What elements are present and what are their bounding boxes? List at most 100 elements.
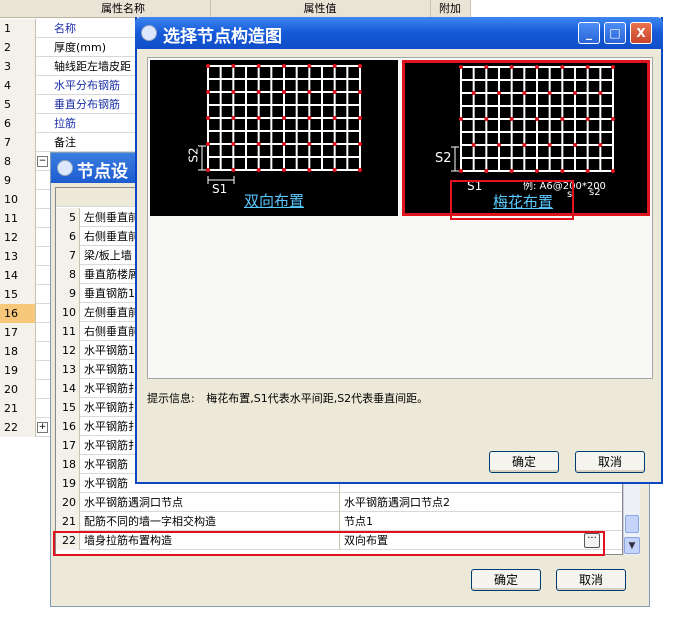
- hint-text: 梅花布置,S1代表水平间距,S2代表垂直间距。: [206, 392, 429, 405]
- row-number: 19: [0, 361, 36, 380]
- row-value[interactable]: 节点1: [342, 512, 604, 531]
- app-icon: [57, 160, 73, 176]
- tie-dot: [459, 169, 463, 173]
- tie-dot: [231, 116, 236, 120]
- tie-dot: [585, 117, 590, 121]
- row-name: 名称: [54, 22, 76, 35]
- tie-dot: [484, 169, 489, 173]
- row-number: 18: [56, 455, 80, 474]
- row-name: 水平钢筋遇洞口节点: [82, 493, 340, 512]
- minimize-icon[interactable]: _: [578, 22, 600, 44]
- node-table-row[interactable]: 20 水平钢筋遇洞口节点 水平钢筋遇洞口节点2: [56, 493, 622, 512]
- select-dialog-title: 选择节点构造图: [163, 27, 282, 47]
- tie-dot: [560, 169, 565, 173]
- row-name: 轴线距左墙皮距: [54, 60, 131, 73]
- tie-dot: [332, 64, 337, 68]
- node-cancel-button[interactable]: 取消: [556, 569, 626, 591]
- row-value[interactable]: 水平钢筋遇洞口节点2: [342, 493, 604, 512]
- tie-dot: [206, 90, 210, 94]
- tie-dot: [535, 65, 539, 69]
- row-number: 16: [0, 304, 36, 323]
- row-number: 8: [0, 152, 36, 171]
- row-number: 9: [56, 284, 80, 303]
- row-name: 垂直分布钢筋: [54, 98, 120, 111]
- row-number: 21: [0, 399, 36, 418]
- quincunx-label-highlight: [450, 180, 574, 220]
- tie-dot: [573, 143, 577, 147]
- app-icon: [141, 25, 157, 41]
- row-number: 11: [0, 209, 36, 228]
- row-number: 16: [56, 417, 80, 436]
- row-number: 7: [56, 246, 80, 265]
- node-dialog-title: 节点设: [77, 162, 128, 182]
- tie-dot: [307, 168, 312, 172]
- row-number: 18: [0, 342, 36, 361]
- select-cancel-button[interactable]: 取消: [575, 451, 645, 473]
- tie-dot: [459, 65, 463, 69]
- select-ok-button[interactable]: 确定: [489, 451, 559, 473]
- row-name: 厚度(mm): [54, 41, 107, 54]
- row-number: 20: [0, 380, 36, 399]
- row-number: 1: [0, 19, 36, 38]
- tie-dot: [231, 90, 236, 94]
- tie-dot: [484, 117, 489, 121]
- maximize-icon[interactable]: □: [604, 22, 626, 44]
- tie-dot: [509, 65, 514, 69]
- tie-dot: [307, 90, 312, 94]
- scroll-down-icon[interactable]: ▼: [624, 537, 640, 554]
- row-name: 水平分布钢筋: [54, 79, 120, 92]
- header-property-name[interactable]: 属性名称: [36, 0, 211, 18]
- row-number: 10: [0, 190, 36, 209]
- tie-dot: [332, 90, 337, 94]
- bidirectional-label[interactable]: 双向布置: [244, 190, 304, 211]
- s2-label: S2: [435, 151, 452, 166]
- scroll-thumb[interactable]: [625, 515, 639, 533]
- tie-dot: [611, 169, 615, 173]
- row-number: 17: [56, 436, 80, 455]
- tie-dot: [573, 91, 577, 95]
- hint-label: 提示信息:: [147, 392, 195, 405]
- tie-dot: [206, 142, 210, 146]
- close-icon[interactable]: X: [630, 22, 652, 44]
- select-dialog-titlebar[interactable]: 选择节点构造图 _ □ X: [135, 17, 663, 49]
- tie-dot: [332, 168, 337, 172]
- tie-dot: [282, 168, 286, 172]
- row-name: 备注: [54, 136, 76, 149]
- hint-info: 提示信息: 梅花布置,S1代表水平间距,S2代表垂直间距。: [147, 390, 428, 406]
- tie-dot: [282, 142, 286, 146]
- tie-dot: [560, 65, 565, 69]
- s2-small-label: s2: [589, 187, 601, 198]
- tie-dot: [560, 117, 565, 121]
- node-table-row[interactable]: 21 配筋不同的墙一字相交构造 节点1: [56, 512, 622, 531]
- header-extra[interactable]: 附加: [430, 0, 471, 18]
- row-number: 13: [56, 360, 80, 379]
- s2-label: S2: [186, 147, 201, 163]
- tie-dot: [206, 168, 210, 172]
- tie-dot: [358, 142, 362, 146]
- row-number: 15: [56, 398, 80, 417]
- row-number: 6: [56, 227, 80, 246]
- grid-header: 属性名称 属性值 附加: [0, 0, 471, 18]
- row-number: 3: [0, 57, 36, 76]
- header-property-value[interactable]: 属性值: [210, 0, 431, 18]
- row-number: 20: [56, 493, 80, 512]
- row-number: 14: [0, 266, 36, 285]
- node-ok-button[interactable]: 确定: [471, 569, 541, 591]
- tie-dot: [307, 116, 312, 120]
- tie-dot: [547, 143, 552, 147]
- tie-dot: [509, 117, 514, 121]
- row-number: 8: [56, 265, 80, 284]
- option-bidirectional[interactable]: S2 S1 双向布置: [150, 60, 398, 216]
- row-number: 17: [0, 323, 36, 342]
- s1-label: S1: [212, 182, 228, 196]
- tie-dot: [358, 64, 362, 68]
- expand-icon[interactable]: +: [37, 422, 48, 433]
- tie-dot: [282, 90, 286, 94]
- tie-dot: [497, 143, 501, 147]
- tie-dot: [497, 91, 501, 95]
- row-number: 13: [0, 247, 36, 266]
- collapse-icon[interactable]: −: [37, 156, 48, 167]
- tie-dot: [206, 116, 210, 120]
- tie-dot: [471, 143, 476, 147]
- row-number: 14: [56, 379, 80, 398]
